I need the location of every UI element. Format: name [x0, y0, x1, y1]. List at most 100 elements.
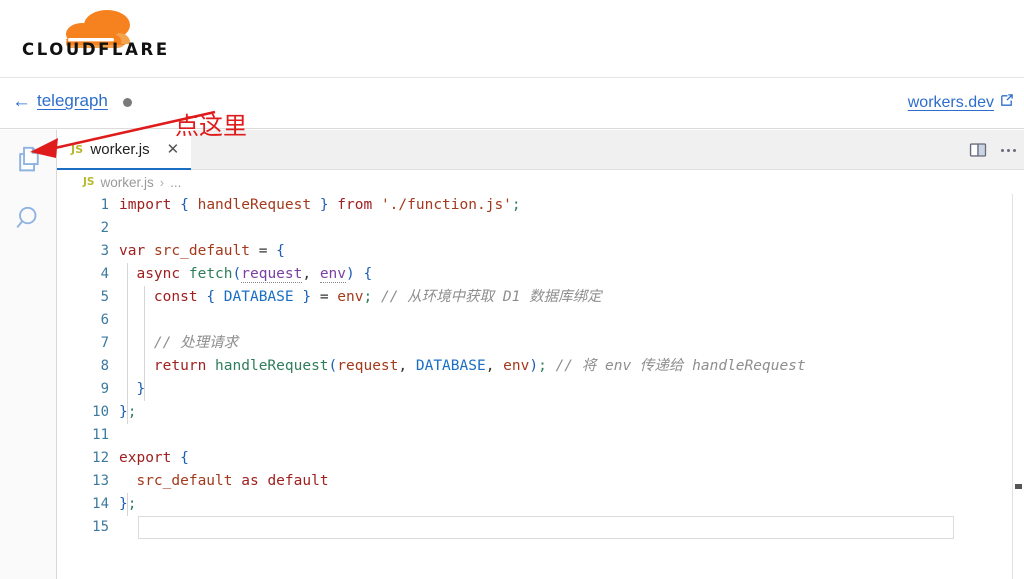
code-content[interactable]: import { handleRequest } from './functio…	[119, 194, 1024, 579]
split-editor-icon[interactable]	[969, 141, 987, 159]
breadcrumb-filename[interactable]: worker.js	[100, 175, 153, 190]
code-token-fn: fetch	[188, 266, 233, 282]
code-token-op	[547, 358, 556, 374]
code-token-const: DATABASE	[223, 289, 294, 305]
code-token-kw: import	[119, 197, 172, 213]
search-icon[interactable]	[14, 203, 44, 238]
vertical-scrollbar[interactable]	[1012, 194, 1024, 579]
code-token-punct: {	[180, 450, 189, 466]
code-token-op	[198, 289, 207, 305]
code-token-kw: var	[119, 243, 146, 259]
app-root: CLOUDFLARE ← telegraph workers.dev JS wo…	[0, 0, 1024, 579]
code-token-kw: as	[241, 473, 259, 489]
line-number: 4	[100, 266, 109, 282]
code-line[interactable]: // 处理请求	[119, 332, 1024, 355]
code-token-plain: handleRequest	[197, 197, 312, 213]
code-line[interactable]	[119, 424, 1024, 447]
code-line[interactable]	[119, 217, 1024, 240]
code-line[interactable]: }	[119, 378, 1024, 401]
line-number: 5	[100, 289, 109, 305]
code-token-punct: }	[119, 404, 128, 420]
code-token-op	[355, 266, 364, 282]
workers-dev-label: workers.dev	[907, 94, 994, 111]
code-line[interactable]: import { handleRequest } from './functio…	[119, 194, 1024, 217]
code-editor-area[interactable]: 1 2 3 4 5 6 7 8 9 10 11 12 13 14 15 import { handleReq…	[57, 194, 1024, 579]
code-token-punct: )	[346, 266, 355, 282]
code-line[interactable]: const { DATABASE } = env; // 从环境中获取 D1 数…	[119, 286, 1024, 309]
line-number: 9	[100, 381, 109, 397]
code-token-punct: {	[363, 266, 373, 282]
code-token-op	[329, 197, 338, 213]
code-token-op	[372, 197, 381, 213]
code-token-op: ,	[398, 358, 416, 374]
code-token-fn: handleRequest	[215, 358, 329, 374]
code-line[interactable]: };	[119, 493, 1024, 516]
code-token-punct: (	[328, 358, 338, 374]
line-number: 15	[92, 519, 109, 535]
code-line[interactable]: export {	[119, 447, 1024, 470]
code-line[interactable]	[138, 516, 954, 539]
code-line[interactable]: src_default as default	[119, 470, 1024, 493]
code-token-comment: // 处理请求	[153, 335, 239, 351]
line-number: 3	[100, 243, 109, 259]
code-line[interactable]: var src_default = {	[119, 240, 1024, 263]
js-file-badge: JS	[71, 142, 84, 156]
more-actions-icon[interactable]	[1001, 148, 1016, 152]
back-to-telegraph-link[interactable]: ← telegraph	[12, 91, 108, 111]
close-icon[interactable]: ✕	[167, 140, 180, 158]
code-token-op: ,	[485, 358, 504, 374]
breadcrumb-ellipsis[interactable]: ...	[170, 175, 181, 190]
code-token-op	[119, 335, 154, 351]
code-token-semi: ;	[363, 289, 373, 305]
code-token-kw: default	[267, 473, 329, 489]
code-token-op	[119, 473, 136, 489]
status-dot-icon	[123, 98, 132, 107]
code-token-semi: ;	[511, 197, 521, 213]
code-token-punct: }	[119, 496, 128, 512]
code-token-punct: {	[276, 243, 285, 259]
code-line[interactable]: return handleRequest(request, DATABASE, …	[119, 355, 1024, 378]
line-number-gutter: 1 2 3 4 5 6 7 8 9 10 11 12 13 14 15	[57, 194, 119, 579]
code-token-plain: env	[337, 289, 364, 305]
line-number: 11	[92, 427, 109, 443]
code-token-op: =	[249, 243, 277, 259]
code-token-op	[206, 358, 215, 374]
code-token-kw: return	[153, 358, 207, 374]
line-number: 12	[92, 450, 109, 466]
code-line[interactable]: };	[119, 401, 1024, 424]
code-token-op	[119, 266, 136, 282]
breadcrumb-separator: ›	[159, 174, 165, 190]
code-token-comment: // 从环境中获取 D1 数据库绑定	[380, 289, 602, 305]
code-token-plain: src_default	[136, 473, 233, 489]
editor-tab-actions	[969, 130, 1016, 170]
code-line[interactable]	[119, 309, 1024, 332]
tab-worker-js[interactable]: JS worker.js ✕	[57, 130, 192, 170]
tab-filename-label: worker.js	[90, 140, 150, 158]
code-token-str: './function.js'	[380, 197, 512, 213]
code-token-var: request	[241, 266, 303, 283]
code-token-kw: export	[119, 450, 172, 466]
code-token-op: ,	[302, 266, 320, 282]
code-token-semi: ;	[538, 358, 547, 374]
code-token-op	[372, 289, 381, 305]
external-link-icon	[999, 93, 1014, 113]
code-token-kw: async	[136, 266, 181, 282]
workers-dev-link[interactable]: workers.dev	[908, 93, 1014, 113]
scrollbar-marker	[1015, 484, 1022, 489]
code-token-op	[311, 197, 320, 213]
line-number: 13	[92, 473, 109, 489]
code-token-const: DATABASE	[415, 358, 486, 374]
breadcrumb[interactable]: JS worker.js › ...	[57, 171, 1024, 193]
code-token-op	[171, 197, 180, 213]
code-line[interactable]: async fetch(request, env) {	[119, 263, 1024, 286]
code-token-op	[171, 450, 180, 466]
code-token-op: =	[311, 289, 338, 305]
code-token-var: env	[319, 266, 347, 283]
code-token-kw: const	[153, 289, 198, 305]
line-number: 2	[100, 220, 109, 236]
code-token-kw: from	[337, 197, 373, 213]
code-token-op	[119, 358, 154, 374]
activity-bar	[0, 130, 57, 579]
code-token-plain: request	[337, 358, 399, 374]
files-icon[interactable]	[14, 144, 44, 179]
